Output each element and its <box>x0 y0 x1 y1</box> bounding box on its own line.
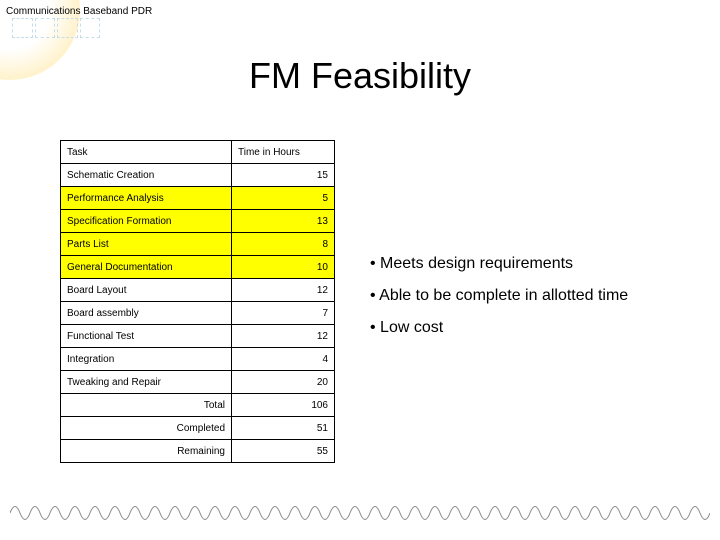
total-label: Total <box>61 394 232 417</box>
time-cell: 13 <box>232 210 335 233</box>
table-total-row: Total106 <box>61 394 335 417</box>
table-row: Functional Test12 <box>61 325 335 348</box>
table-row: Integration4 <box>61 348 335 371</box>
task-cell: Functional Test <box>61 325 232 348</box>
time-cell: 12 <box>232 325 335 348</box>
table-row: Specification Formation13 <box>61 210 335 233</box>
task-cell: Schematic Creation <box>61 164 232 187</box>
table-row: Board assembly7 <box>61 302 335 325</box>
col-task: Task <box>61 141 232 164</box>
total-label: Remaining <box>61 440 232 463</box>
bullet-item: Meets design requirements <box>370 248 628 280</box>
task-cell: General Documentation <box>61 256 232 279</box>
table-row: Performance Analysis5 <box>61 187 335 210</box>
total-value: 106 <box>232 394 335 417</box>
table-row: Parts List8 <box>61 233 335 256</box>
time-cell: 10 <box>232 256 335 279</box>
footer-wave-decoration <box>10 498 710 528</box>
table-row: Tweaking and Repair20 <box>61 371 335 394</box>
total-label: Completed <box>61 417 232 440</box>
table-row: General Documentation10 <box>61 256 335 279</box>
slide-title: FM Feasibility <box>0 55 720 97</box>
feasibility-table: Task Time in Hours Schematic Creation15P… <box>60 140 335 463</box>
bullet-item: Low cost <box>370 312 628 344</box>
time-cell: 5 <box>232 187 335 210</box>
header-decoration <box>12 18 102 38</box>
page-header: Communications Baseband PDR <box>6 6 152 17</box>
task-cell: Specification Formation <box>61 210 232 233</box>
time-cell: 8 <box>232 233 335 256</box>
time-cell: 7 <box>232 302 335 325</box>
time-cell: 20 <box>232 371 335 394</box>
time-cell: 12 <box>232 279 335 302</box>
time-cell: 4 <box>232 348 335 371</box>
total-value: 55 <box>232 440 335 463</box>
table-total-row: Completed51 <box>61 417 335 440</box>
task-cell: Tweaking and Repair <box>61 371 232 394</box>
task-cell: Parts List <box>61 233 232 256</box>
table-total-row: Remaining55 <box>61 440 335 463</box>
task-cell: Board Layout <box>61 279 232 302</box>
bullet-item: Able to be complete in allotted time <box>370 280 628 312</box>
task-cell: Board assembly <box>61 302 232 325</box>
task-cell: Integration <box>61 348 232 371</box>
total-value: 51 <box>232 417 335 440</box>
table-row: Board Layout12 <box>61 279 335 302</box>
table-header-row: Task Time in Hours <box>61 141 335 164</box>
bullet-list: Meets design requirementsAble to be comp… <box>370 248 628 344</box>
table-row: Schematic Creation15 <box>61 164 335 187</box>
time-cell: 15 <box>232 164 335 187</box>
col-time: Time in Hours <box>232 141 335 164</box>
task-cell: Performance Analysis <box>61 187 232 210</box>
